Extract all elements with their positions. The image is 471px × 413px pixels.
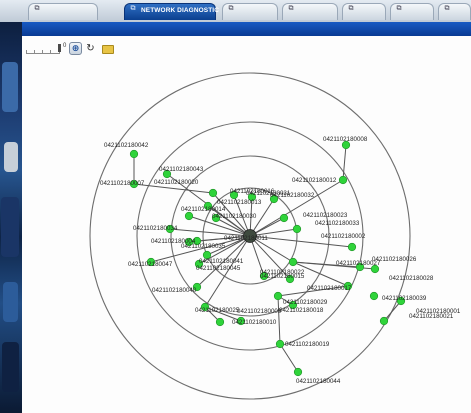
node-label: 0421102180029 [283, 299, 328, 306]
app-window: ⧉ ⧉ NETWORK DIAGNOSTIC ⧉ ⧉ ⧉ ⧉ ⧉ 0421102… [0, 0, 471, 413]
folder-icon [102, 45, 114, 54]
node-label: 0421102180013 [217, 199, 262, 206]
node-label: 0421102180010 [232, 319, 277, 326]
refresh-icon: ↻ [86, 43, 95, 54]
tab-7[interactable]: ⧉ [438, 3, 471, 20]
network-node[interactable] [293, 367, 303, 377]
network-node[interactable] [208, 188, 218, 198]
node-label: 0421102180040 [152, 287, 197, 294]
zoom-in-icon: ⊕ [71, 44, 80, 54]
node-label: 0421102180025 [195, 307, 240, 314]
node-label: 0421102180015 [260, 273, 305, 280]
node-label: 0421102180039 [382, 295, 427, 302]
node-label: 0421102180035 [181, 243, 226, 250]
network-node[interactable] [379, 316, 389, 326]
node-label: 0421102180020 [154, 179, 199, 186]
tab-label: NETWORK DIAGNOSTIC [141, 7, 219, 14]
network-node[interactable] [288, 257, 298, 267]
node-label: 0421102180028 [389, 275, 434, 282]
network-node[interactable] [279, 213, 289, 223]
node-label: 0421102180034 [133, 225, 178, 232]
node-label: 0421102180045 [196, 265, 241, 272]
node-label: 0421102180019 [285, 341, 330, 348]
network-node[interactable] [369, 291, 379, 301]
network-node[interactable] [215, 317, 225, 327]
network-node[interactable] [292, 224, 302, 234]
node-label: 0421102180033 [315, 220, 360, 227]
zoom-slider[interactable] [26, 48, 60, 54]
zoom-value: 0 [63, 43, 67, 49]
node-label: 0421102180014 [181, 206, 226, 213]
tab-network-diagnostic[interactable]: ⧉ NETWORK DIAGNOSTIC [124, 3, 219, 20]
link-line [277, 295, 281, 345]
node-label: 0421102180021 [409, 313, 454, 320]
zoom-slider-thumb[interactable] [58, 44, 61, 52]
open-folder-button[interactable] [101, 42, 114, 55]
node-label: 0421102180030 [212, 213, 257, 220]
network-node[interactable] [347, 242, 357, 252]
node-label: 0421102180009 [237, 308, 282, 315]
node-label: 0421102180023 [303, 212, 348, 219]
tab-icon: ⧉ [396, 4, 402, 12]
network-node[interactable] [275, 339, 285, 349]
network-node[interactable] [184, 211, 194, 221]
root-node-label: 0421102180011 [224, 235, 268, 242]
node-label: 0421102180044 [296, 378, 341, 385]
node-label: 0421102180008 [323, 136, 368, 143]
tab-6[interactable]: ⧉ [390, 3, 434, 20]
background-photo [0, 22, 22, 413]
tab-icon: ⧉ [444, 4, 450, 12]
zoom-in-button[interactable]: ⊕ [69, 42, 82, 55]
link-line [279, 343, 299, 373]
tab-3[interactable]: ⧉ [222, 3, 278, 20]
tab-4[interactable]: ⧉ [282, 3, 338, 20]
header-band [22, 22, 471, 36]
tab-5[interactable]: ⧉ [342, 3, 386, 20]
diagram-toolbar: 0 ⊕ ↻ [22, 42, 142, 58]
node-label: 0421102180017 [307, 285, 352, 292]
tab-icon: ⧉ [228, 4, 234, 12]
node-label: 0421102180018 [279, 307, 324, 314]
node-label: 0421102180042 [104, 142, 149, 149]
tab-icon: ⧉ [288, 4, 294, 12]
node-label: 0421102180032 [270, 192, 315, 199]
node-label: 0421102180007 [100, 180, 145, 187]
tab-1[interactable]: ⧉ [28, 3, 98, 20]
network-node[interactable] [338, 175, 348, 185]
node-label: 0421102180026 [372, 256, 417, 263]
tab-bar: ⧉ ⧉ NETWORK DIAGNOSTIC ⧉ ⧉ ⧉ ⧉ ⧉ [0, 0, 471, 22]
network-diagram-panel: 0421102180008 0421102180042 0421102180043 0… [22, 36, 471, 413]
tab-icon: ⧉ [34, 4, 40, 12]
node-label: 0421102180002 [321, 233, 366, 240]
refresh-button[interactable]: ↻ [84, 42, 97, 55]
network-node[interactable] [129, 149, 139, 159]
node-label: 0421102180041 [199, 258, 244, 265]
node-label: 0421102180047 [128, 261, 173, 268]
node-label: 0421102180012 [292, 177, 337, 184]
network-graph[interactable]: 0421102180008 0421102180042 0421102180043 0… [22, 36, 471, 413]
network-node[interactable] [273, 291, 283, 301]
tab-icon: ⧉ [130, 4, 136, 12]
node-label: 0421102180043 [159, 166, 204, 173]
tab-icon: ⧉ [348, 4, 354, 12]
